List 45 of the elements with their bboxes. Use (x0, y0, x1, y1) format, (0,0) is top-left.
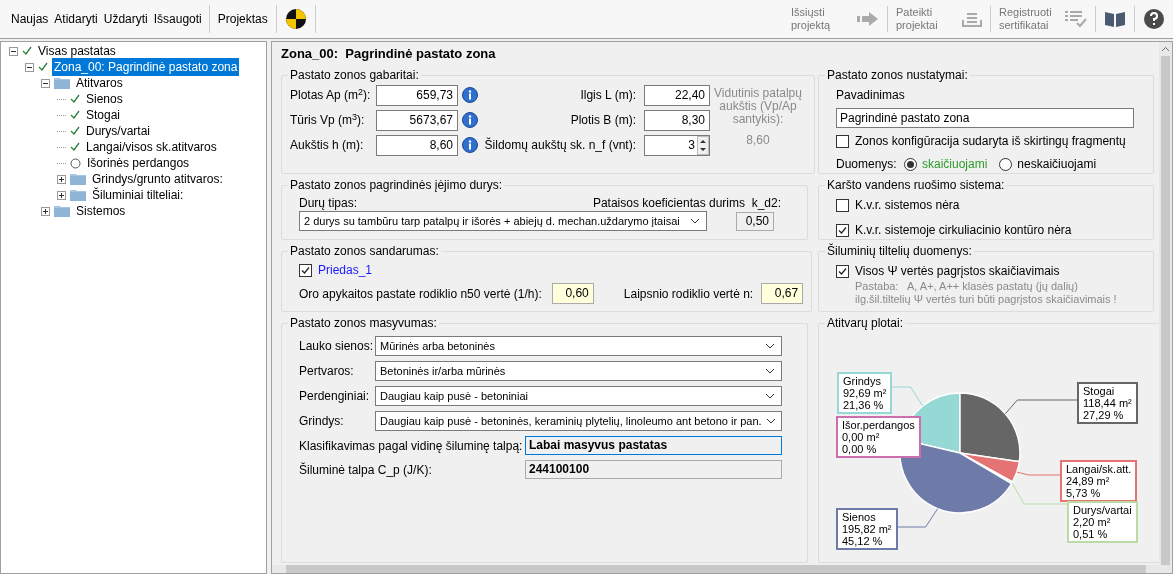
slice-label: Durys/vartai 2,20 m² 0,51 % (1067, 501, 1138, 543)
average-height-value: 8,60 (746, 132, 770, 149)
average-height-label: Vidutinis patalpų aukštis (Vp/Ap santykis): (713, 87, 803, 126)
field-label: Laipsnio rodiklio vertė n: (623, 285, 754, 303)
slice-label: Grindys 92,69 m² 21,36 % (837, 372, 893, 414)
field-label: Lauko sienos: (299, 338, 375, 355)
field-label: Pavadinimas (836, 87, 906, 104)
radio-label: neskaičiuojami (1017, 156, 1097, 173)
group-title: Atitvarų plotai: (826, 315, 905, 332)
field-label: Oro apykaitos pastate rodiklio n50 vertė (1/h): (299, 285, 542, 303)
field-label: Duomenys: (836, 156, 898, 173)
field-label: Šiluminė talpa C_p (J/K): (299, 461, 433, 479)
field-label: Pataisos koeficientas durims k_d2: (592, 195, 781, 209)
slice-label: Sienos 195,82 m² 45,12 % (836, 508, 898, 550)
field-label: Ilgis L (m): (579, 87, 637, 104)
readonly-field: 244100100 (525, 460, 782, 479)
slice-label: Stogai 118,44 m² 27,29 % (1077, 382, 1138, 424)
group-title: Pastato zonos nustatymai: (826, 67, 969, 84)
slice-label: Išor.perdangos 0,00 m² 0,00 % (836, 416, 921, 458)
checkbox-label: K.v.r. sistemos nėra (855, 197, 960, 214)
group-title: Pastato zonos sandarumas: (289, 243, 440, 260)
field-label: Perdenginiai: (299, 388, 371, 405)
field-label: Plotas Ap (m$^{2}$): (290, 86, 372, 104)
field-label: Aukštis h (m): (290, 137, 365, 154)
group-title: Šiluminių tiltelių duomenys: (826, 242, 973, 260)
checkbox-label: Visos Ψ vertės pagrįstos skaičiavimais (855, 263, 1060, 280)
note-text: Pastaba: A, A+, A++ klasės pastatų (jų dalių) ilg.šil.tiltelių Ψ vertės turi būti pagrįstos skaičiavimais ! (854, 280, 1118, 306)
coefficient-field: 0,50 (736, 211, 774, 231)
page-title: Zona_00: Pagrindinė pastato zona (281, 45, 497, 64)
group-title: Pastato zonos pagrindinės įėjimo durys: (289, 177, 504, 194)
field-label: Tūris Vp (m$^{3}$): (290, 111, 366, 129)
field-label: Grindys: (299, 413, 345, 430)
field-label: Šildomų aukštų sk. n_f (vnt): (484, 136, 637, 154)
checkbox-label: K.v.r. sistemoje cirkuliacinio kontūro nėra (855, 222, 1072, 239)
slice-label: Langai/sk.att. 24,89 m² 5,73 % (1060, 460, 1138, 502)
field-label: Klasifikavimas pagal vidinę šiluminę talpą: (299, 437, 524, 455)
readonly-field: Labai masyvus pastatas (525, 436, 782, 455)
group-title: Pastato zonos masyvumas: (289, 315, 438, 332)
field-label: Plotis B (m): (569, 112, 637, 129)
field-label: Pertvaros: (299, 363, 355, 380)
field-label: Durų tipas: (299, 195, 358, 209)
group-title: Pastato zonos gabaritai: (289, 67, 420, 84)
checkbox-label: Zonos konfigūracija sudaryta iš skirtingų fragmentų (855, 133, 1126, 150)
group-title: Karšto vandens ruošimo sistema: (826, 177, 1006, 194)
radio-label: skaičiuojami (922, 156, 988, 173)
